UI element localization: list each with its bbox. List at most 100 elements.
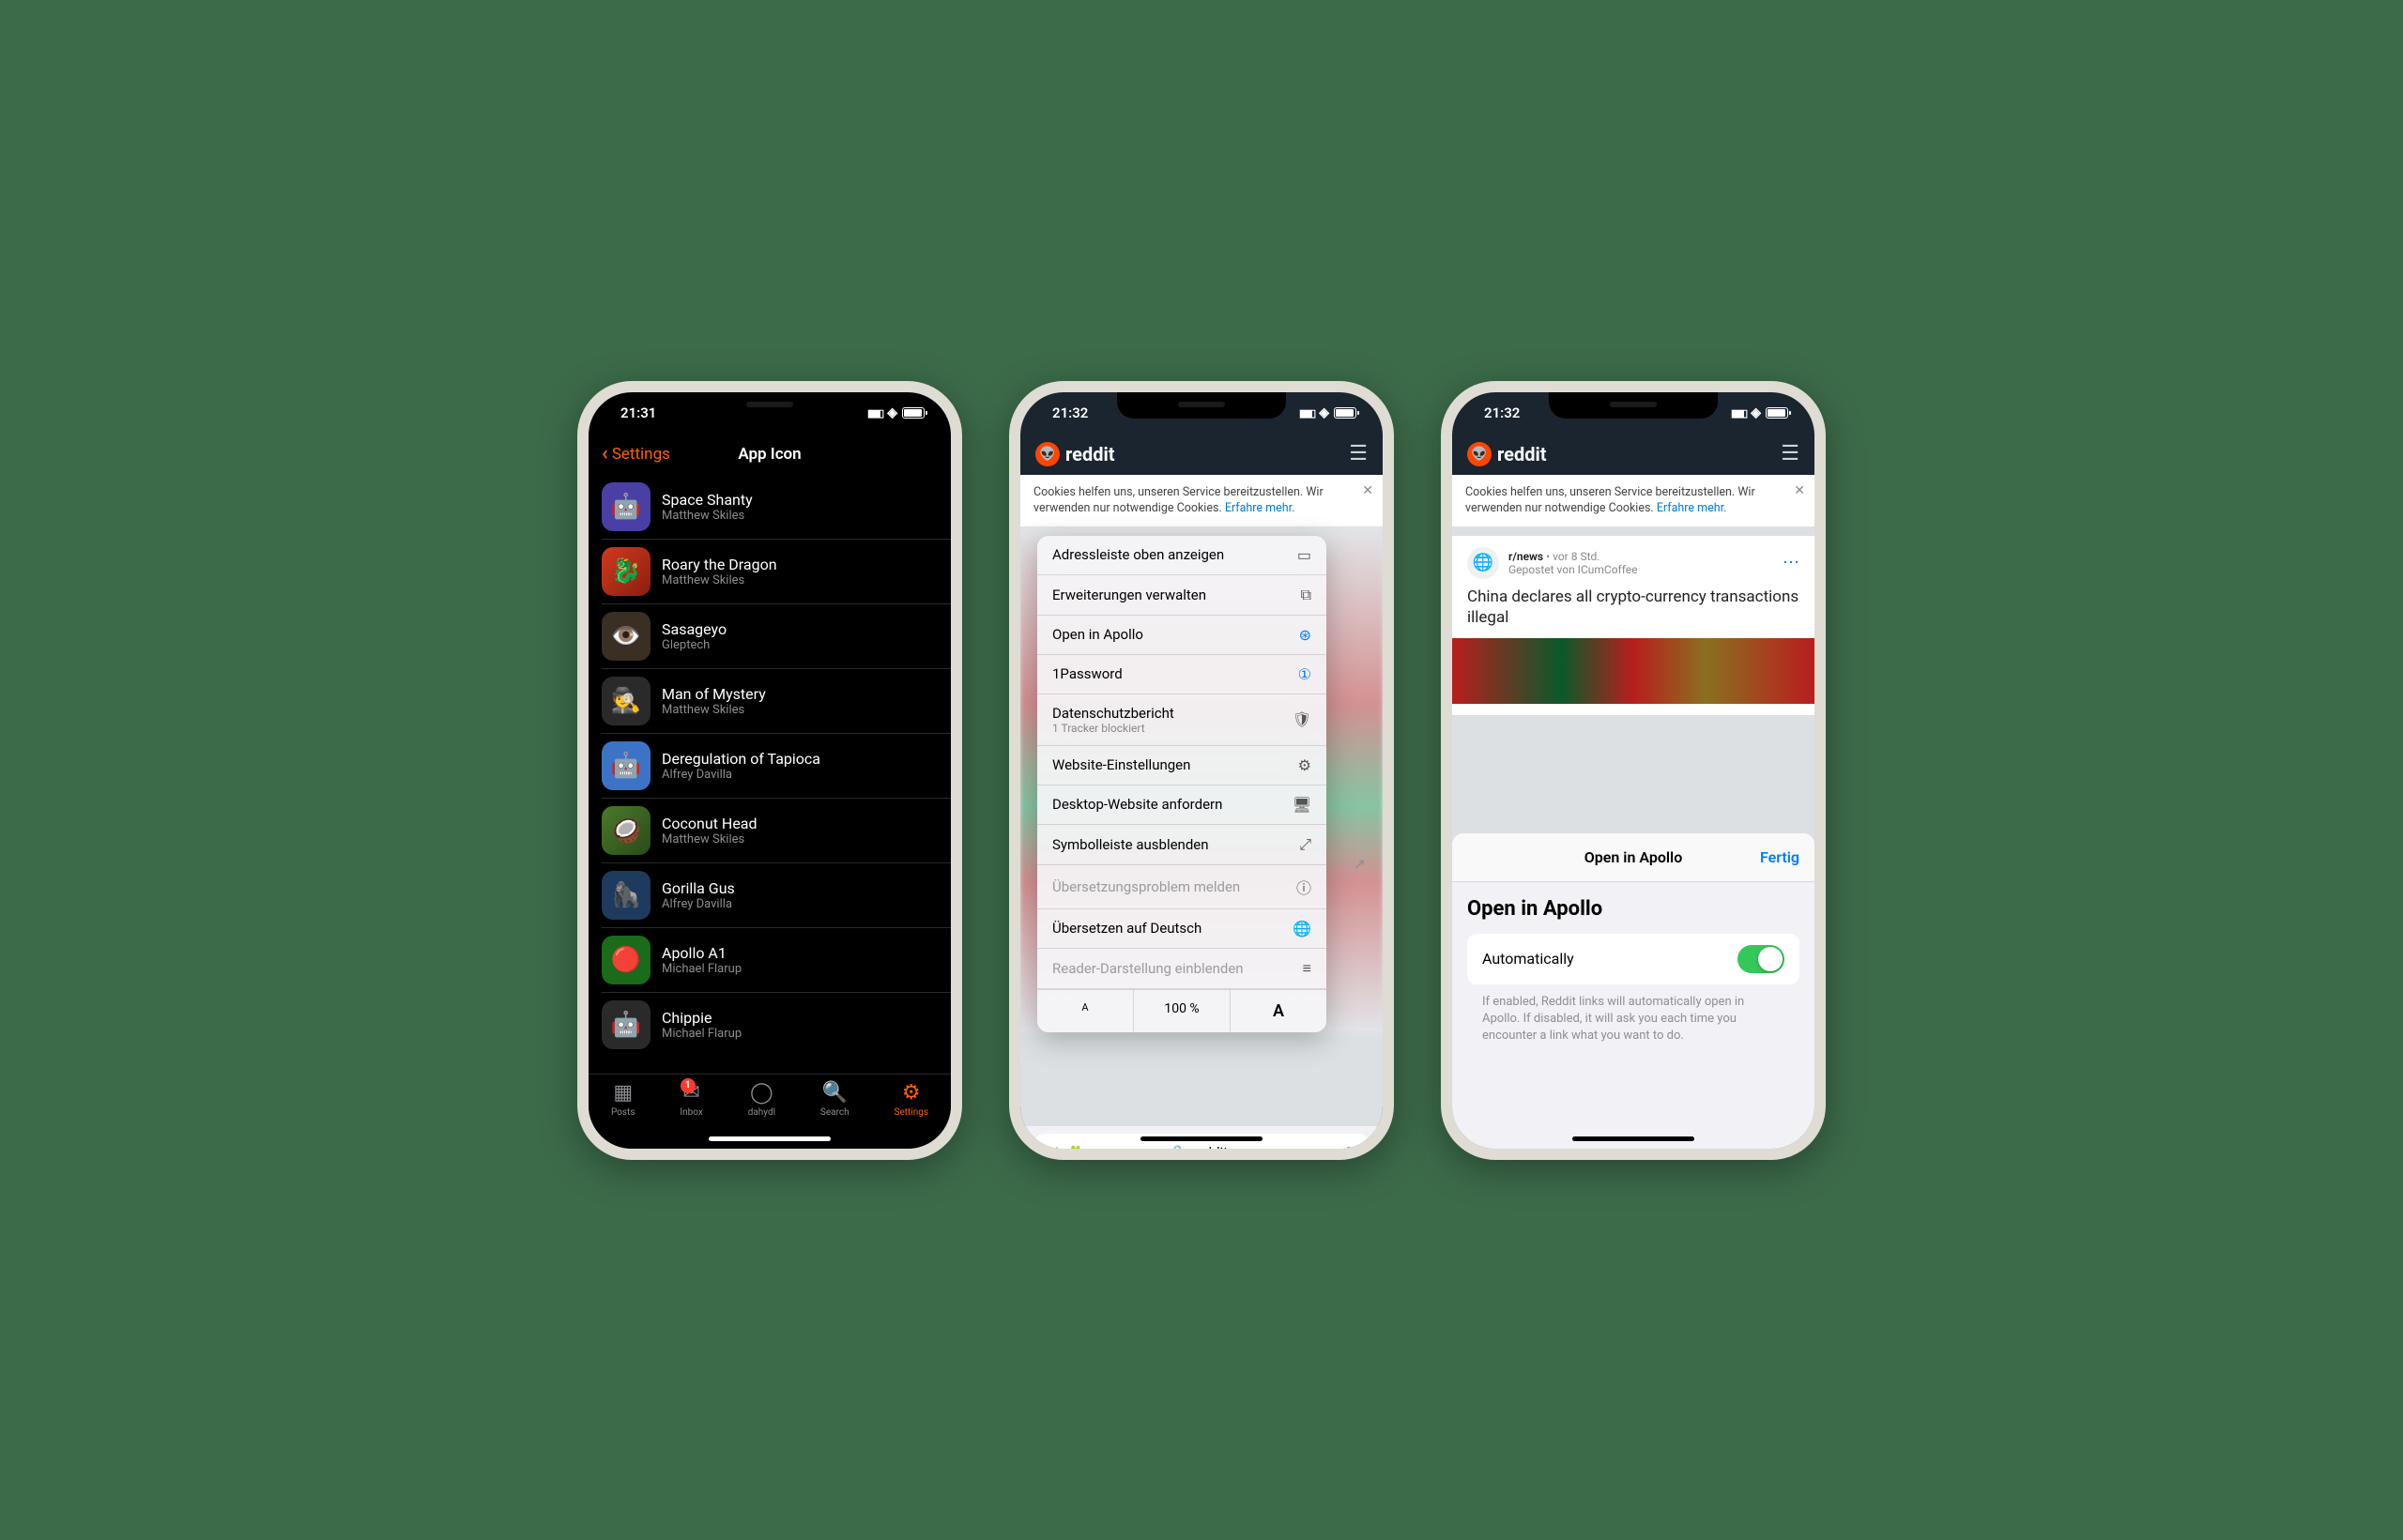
icon-row[interactable]: 🤖 Deregulation of Tapioca Alfrey Davilla bbox=[602, 734, 951, 799]
icon-row[interactable]: 🦍 Gorilla Gus Alfrey Davilla bbox=[602, 863, 951, 928]
wifi-icon bbox=[887, 405, 897, 420]
icon-title: Space Shanty bbox=[662, 491, 753, 509]
badge: 1 bbox=[681, 1078, 696, 1093]
app-icon-preview: 🦍 bbox=[602, 871, 650, 920]
post-author: Gepostet von ICumCoffee bbox=[1508, 563, 1637, 576]
menu-item-icon: 🌐 bbox=[1293, 920, 1311, 938]
reddit-logo[interactable]: 👽 reddit bbox=[1467, 442, 1547, 466]
app-icon-preview: 🐉 bbox=[602, 547, 650, 596]
page-title: App Icon bbox=[738, 445, 801, 464]
menu-item[interactable]: Website-Einstellungen⚙ bbox=[1037, 746, 1326, 785]
menu-item-icon: ≡ bbox=[1303, 959, 1311, 978]
zoom-out-button[interactable]: A bbox=[1037, 990, 1134, 1032]
toggle-label: Automatically bbox=[1482, 950, 1574, 968]
subreddit-label[interactable]: r/news bbox=[1508, 550, 1543, 563]
signal-icon bbox=[1731, 405, 1746, 420]
icon-author: Matthew Skiles bbox=[662, 573, 777, 587]
battery-icon bbox=[1334, 407, 1356, 419]
automatically-row[interactable]: Automatically bbox=[1467, 934, 1799, 984]
reload-icon[interactable]: ↻ bbox=[1346, 1145, 1356, 1149]
menu-item[interactable]: Adressleiste oben anzeigen▭ bbox=[1037, 536, 1326, 575]
reddit-icon: 👽 bbox=[1035, 442, 1060, 466]
icon-author: Alfrey Davilla bbox=[662, 768, 820, 782]
icon-author: Michael Flarup bbox=[662, 1027, 742, 1041]
wifi-icon bbox=[1751, 405, 1761, 420]
menu-icon[interactable]: ☰ bbox=[1781, 442, 1799, 465]
icon-title: Apollo A1 bbox=[662, 944, 742, 962]
text-size-icon[interactable]: ᴀA 🧩 bbox=[1047, 1145, 1082, 1149]
zoom-level: 100 % bbox=[1134, 990, 1231, 1032]
menu-item-icon: 🛡 bbox=[1293, 710, 1311, 728]
post-card[interactable]: 🌐 r/news • vor 8 Std. Gepostet von ICumC… bbox=[1452, 536, 1814, 716]
status-indicators bbox=[1731, 405, 1788, 420]
more-icon[interactable]: ⋯ bbox=[1783, 553, 1799, 572]
icon-row[interactable]: 🥥 Coconut Head Matthew Skiles bbox=[602, 799, 951, 863]
menu-item[interactable]: 1Password① bbox=[1037, 655, 1326, 694]
icon-author: Matthew Skiles bbox=[662, 832, 758, 846]
help-text: If enabled, Reddit links will automatica… bbox=[1467, 984, 1799, 1045]
signal-icon bbox=[867, 405, 882, 420]
zoom-in-button[interactable]: A bbox=[1231, 990, 1326, 1032]
menu-item: Übersetzungsproblem meldenⓘ bbox=[1037, 865, 1326, 909]
tab-settings[interactable]: ⚙Settings bbox=[895, 1082, 929, 1118]
icon-author: Matthew Skiles bbox=[662, 703, 766, 717]
menu-item[interactable]: Open in Apollo⊛ bbox=[1037, 616, 1326, 655]
cookie-banner: Cookies helfen uns, unseren Service bere… bbox=[1020, 475, 1383, 526]
status-indicators bbox=[867, 405, 925, 420]
icon-title: Sasageyo bbox=[662, 620, 727, 638]
icon-row[interactable]: 🤖 Chippie Michael Flarup bbox=[602, 993, 951, 1057]
menu-icon[interactable]: ☰ bbox=[1349, 442, 1368, 465]
menu-item-icon: 🖥 bbox=[1293, 796, 1311, 814]
close-icon[interactable]: ✕ bbox=[1794, 482, 1805, 501]
globe-icon: 🌐 bbox=[1467, 547, 1499, 579]
menu-item[interactable]: Erweiterungen verwalten⧉ bbox=[1037, 575, 1326, 616]
icon-title: Deregulation of Tapioca bbox=[662, 750, 820, 768]
cookie-link[interactable]: Erfahre mehr. bbox=[1657, 501, 1727, 515]
wifi-icon bbox=[1319, 405, 1329, 420]
icon-author: Michael Flarup bbox=[662, 962, 742, 976]
back-button[interactable]: ‹ Settings bbox=[602, 444, 670, 465]
battery-icon bbox=[902, 407, 925, 419]
toggle-switch[interactable] bbox=[1737, 945, 1784, 973]
reddit-logo[interactable]: 👽 reddit bbox=[1035, 442, 1115, 466]
menu-item-icon: ⊛ bbox=[1299, 626, 1311, 644]
icon-list: 🤖 Space Shanty Matthew Skiles 🐉 Roary th… bbox=[589, 475, 951, 1066]
icon-row[interactable]: 🤖 Space Shanty Matthew Skiles bbox=[602, 475, 951, 540]
menu-item[interactable]: Übersetzen auf Deutsch🌐 bbox=[1037, 909, 1326, 949]
cookie-link[interactable]: Erfahre mehr. bbox=[1225, 501, 1295, 515]
status-time: 21:32 bbox=[1052, 404, 1088, 421]
tab-posts[interactable]: ▦Posts bbox=[611, 1082, 635, 1118]
app-icon-preview: 🤖 bbox=[602, 741, 650, 790]
icon-title: Chippie bbox=[662, 1009, 742, 1027]
icon-title: Coconut Head bbox=[662, 815, 758, 832]
nav-bar: ‹ Settings App Icon bbox=[589, 434, 951, 475]
search-icon: 🔍 bbox=[822, 1082, 848, 1105]
icon-row[interactable]: 🐉 Roary the Dragon Matthew Skiles bbox=[602, 540, 951, 604]
menu-item-icon: ⤢ bbox=[1299, 835, 1311, 854]
zoom-controls: A100 %A bbox=[1037, 989, 1326, 1032]
share-icon[interactable]: ↗ bbox=[1354, 855, 1366, 873]
menu-item-icon: ⚙ bbox=[1298, 756, 1311, 774]
battery-icon bbox=[1766, 407, 1788, 419]
icon-row[interactable]: 👁️ Sasageyo Gleptech bbox=[602, 604, 951, 669]
menu-item[interactable]: Datenschutzbericht1 Tracker blockiert🛡 bbox=[1037, 694, 1326, 746]
icon-title: Roary the Dragon bbox=[662, 556, 777, 573]
tab-inbox[interactable]: ✉Inbox1 bbox=[680, 1082, 702, 1118]
app-icon-preview: 🥥 bbox=[602, 806, 650, 855]
safari-page-menu: Adressleiste oben anzeigen▭Erweiterungen… bbox=[1037, 536, 1326, 1032]
icon-row[interactable]: 🕵️ Man of Mystery Matthew Skiles bbox=[602, 669, 951, 734]
done-button[interactable]: Fertig bbox=[1760, 848, 1799, 866]
signal-icon bbox=[1299, 405, 1314, 420]
tab-search[interactable]: 🔍Search bbox=[820, 1082, 849, 1118]
icon-author: Matthew Skiles bbox=[662, 509, 753, 523]
lock-icon: 🔒 bbox=[1169, 1144, 1186, 1149]
close-icon[interactable]: ✕ bbox=[1362, 482, 1373, 501]
app-icon-preview: 🤖 bbox=[602, 482, 650, 531]
reddit-header: 👽 reddit ☰ bbox=[1020, 434, 1383, 475]
cookie-banner: Cookies helfen uns, unseren Service bere… bbox=[1452, 475, 1814, 526]
icon-row[interactable]: 🔴 Apollo A1 Michael Flarup bbox=[602, 928, 951, 993]
menu-item[interactable]: Symbolleiste ausblenden⤢ bbox=[1037, 825, 1326, 865]
post-time: vor 8 Std. bbox=[1553, 550, 1599, 563]
tab-dahydl[interactable]: ◯dahydl bbox=[748, 1082, 775, 1118]
menu-item[interactable]: Desktop-Website anfordern🖥 bbox=[1037, 785, 1326, 825]
